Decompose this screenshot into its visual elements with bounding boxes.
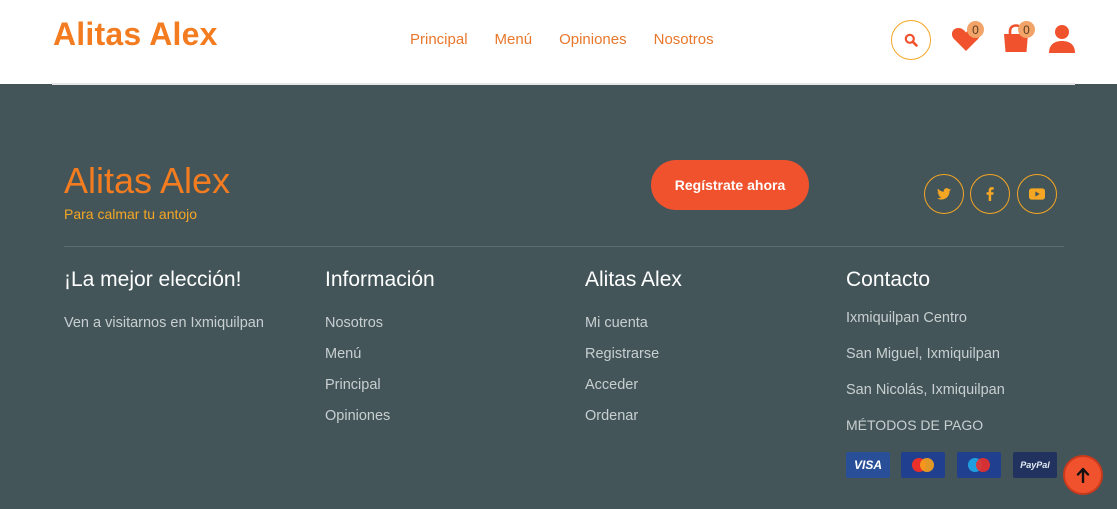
footer-link-login[interactable]: Acceder [585, 377, 638, 393]
visa-card: VISA [846, 452, 890, 478]
footer-link-account[interactable]: Mi cuenta [585, 315, 648, 331]
paypal-card: PayPal [1013, 452, 1057, 478]
nav-link-menu[interactable]: Menú [495, 31, 533, 48]
footer-link-order[interactable]: Ordenar [585, 408, 638, 424]
twitter-button[interactable] [924, 174, 964, 214]
col-brand-title: Alitas Alex [585, 268, 682, 291]
youtube-button[interactable] [1017, 174, 1057, 214]
user-icon [1049, 25, 1075, 53]
header-divider [52, 83, 1075, 85]
footer-link-nosotros[interactable]: Nosotros [325, 315, 383, 331]
cart-button[interactable]: 0 [1002, 21, 1035, 58]
main-nav: Principal Menú Opiniones Nosotros [410, 31, 741, 48]
site-header: Alitas Alex Principal Menú Opiniones Nos… [0, 0, 1117, 84]
maestro-logo-icon [968, 458, 990, 472]
facebook-button[interactable] [970, 174, 1010, 214]
wishlist-count-badge: 0 [967, 21, 984, 38]
nav-link-nosotros[interactable]: Nosotros [654, 31, 714, 48]
col-best-choice-title: ¡La mejor elección! [64, 268, 242, 291]
twitter-icon [937, 188, 951, 200]
youtube-icon [1029, 188, 1045, 200]
nav-link-opiniones[interactable]: Opiniones [559, 31, 627, 48]
register-button[interactable]: Regístrate ahora [651, 160, 809, 210]
cart-count-badge: 0 [1018, 21, 1035, 38]
contact-location-san-miguel: San Miguel, Ixmiquilpan [846, 346, 1000, 362]
contact-location-san-nicolas: San Nicolás, Ixmiquilpan [846, 382, 1005, 398]
footer-link-opiniones[interactable]: Opiniones [325, 408, 390, 424]
wishlist-button[interactable]: 0 [951, 21, 984, 56]
footer-link-menu[interactable]: Menú [325, 346, 361, 362]
search-button[interactable] [891, 20, 931, 60]
footer-brand: Alitas Alex [64, 160, 231, 201]
mastercard-card [901, 452, 945, 478]
footer-link-principal[interactable]: Principal [325, 377, 381, 393]
col-best-choice-text: Ven a visitarnos en Ixmiquilpan [64, 315, 264, 331]
facebook-icon [986, 187, 994, 201]
search-icon [904, 33, 918, 47]
account-button[interactable] [1048, 24, 1076, 58]
footer-divider [64, 246, 1064, 247]
footer-link-register[interactable]: Registrarse [585, 346, 659, 362]
nav-link-principal[interactable]: Principal [410, 31, 468, 48]
scroll-to-top-button[interactable] [1063, 455, 1103, 495]
contact-location-centro: Ixmiquilpan Centro [846, 310, 967, 326]
maestro-card [957, 452, 1001, 478]
footer-tagline: Para calmar tu antojo [64, 206, 198, 222]
col-info-title: Información [325, 268, 435, 291]
payment-methods-title: MÉTODOS DE PAGO [846, 417, 984, 433]
arrow-up-icon [1076, 467, 1090, 483]
site-logo[interactable]: Alitas Alex [53, 16, 218, 53]
col-contact-title: Contacto [846, 268, 931, 291]
mastercard-logo-icon [912, 458, 934, 472]
